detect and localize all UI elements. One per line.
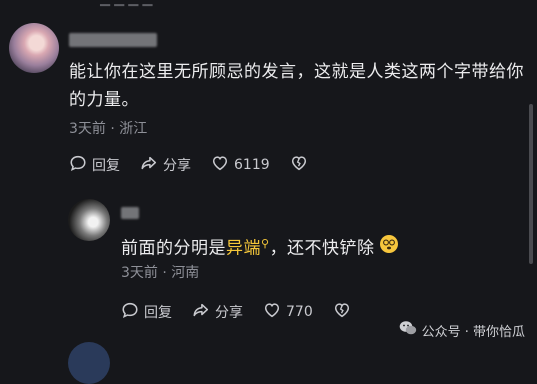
- share-button[interactable]: 分享: [140, 154, 191, 176]
- highlighted-keyword-link[interactable]: 异端: [226, 239, 261, 259]
- reply-icon: [121, 301, 139, 323]
- dislike-button[interactable]: [333, 301, 351, 323]
- dislike-button[interactable]: [290, 154, 308, 176]
- reply-button[interactable]: 回复: [121, 301, 172, 323]
- reply-button[interactable]: 回复: [69, 154, 120, 176]
- share-label: 分享: [163, 158, 191, 174]
- like-count: 770: [286, 304, 313, 320]
- username-blurred[interactable]: [121, 207, 139, 219]
- watermark: 公众号 · 带你恰瓜: [399, 320, 525, 340]
- reply-icon: [69, 154, 87, 176]
- heart-icon: [211, 154, 229, 176]
- heart-icon: [263, 301, 281, 323]
- reply-label: 回复: [144, 305, 172, 321]
- share-icon: [192, 301, 210, 323]
- like-count: 6119: [234, 157, 270, 173]
- username-blurred[interactable]: [69, 33, 157, 47]
- reply-label: 回复: [92, 158, 120, 174]
- comment-actions: 回复 分享 770: [121, 301, 351, 323]
- avatar[interactable]: [68, 199, 110, 241]
- watermark-text: 公众号 · 带你恰瓜: [421, 324, 525, 340]
- comment-text: 能让你在这里无所顾忌的发言，这就是人类这两个字带给你 的力量。: [69, 58, 524, 114]
- avatar[interactable]: [9, 23, 59, 73]
- like-button[interactable]: 6119: [211, 154, 270, 176]
- comment-actions: 回复 分享 6119: [69, 154, 308, 176]
- faded-previous-text: ▁ ▁ ▁ ▁: [100, 0, 152, 7]
- wechat-icon: [399, 320, 417, 340]
- comment-meta: 3天前 · 河南: [121, 265, 200, 281]
- comment-text-line2: 的力量。: [69, 90, 139, 110]
- dizzy-face-emoji-icon: [379, 234, 399, 263]
- comment-text: 前面的分明是异端⚲，还不快铲除: [121, 230, 399, 263]
- comment-text-line1: 能让你在这里无所顾忌的发言，这就是人类这两个字带给你: [69, 62, 524, 82]
- broken-heart-icon: [333, 301, 351, 323]
- broken-heart-icon: [290, 154, 308, 176]
- like-button[interactable]: 770: [263, 301, 313, 323]
- avatar[interactable]: [68, 342, 110, 384]
- comment-meta: 3天前 · 浙江: [69, 121, 148, 137]
- search-icon: ⚲: [261, 237, 270, 250]
- comment-text-before: 前面的分明是: [121, 238, 226, 259]
- scrollbar[interactable]: [529, 104, 533, 264]
- share-button[interactable]: 分享: [192, 301, 243, 323]
- share-icon: [140, 154, 158, 176]
- comment-text-after: ，还不快铲除: [269, 238, 375, 259]
- share-label: 分享: [215, 305, 243, 321]
